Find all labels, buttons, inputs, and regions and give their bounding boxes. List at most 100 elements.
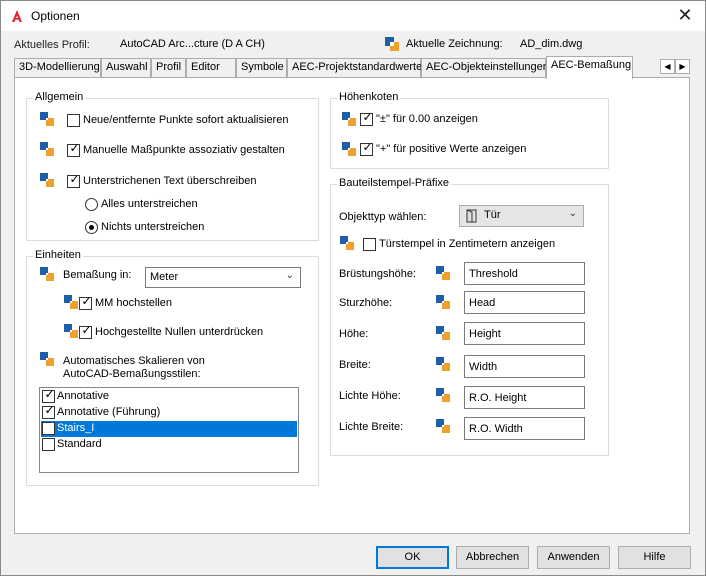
- style-label: Annotative (Führung): [57, 406, 161, 418]
- cancel-button[interactable]: Abbrechen: [456, 546, 529, 569]
- style-checkbox[interactable]: ✓: [42, 404, 55, 419]
- door-stamp-cm-checkbox[interactable]: [363, 238, 376, 251]
- tab-3d-modeling[interactable]: 3D-Modellierung: [14, 58, 101, 78]
- drawing-setting-icon: [64, 324, 78, 338]
- head-height-field[interactable]: [464, 291, 585, 314]
- sill-height-field[interactable]: [464, 262, 585, 285]
- drawing-icon: [385, 37, 399, 51]
- mm-superscript-label: MM hochstellen: [95, 297, 173, 309]
- list-item[interactable]: ✓ Stairs_I: [41, 420, 297, 437]
- drawing-setting-icon: [64, 295, 78, 309]
- list-item[interactable]: ✓ Annotative (Führung): [41, 404, 297, 421]
- list-item[interactable]: Standard: [41, 437, 297, 453]
- plusminus-checkbox[interactable]: ✓: [360, 111, 373, 126]
- object-type-label: Objekttyp wählen:: [339, 211, 427, 223]
- style-checkbox[interactable]: [42, 438, 55, 451]
- drawing-setting-icon: [40, 112, 54, 126]
- rough-opening-height-field[interactable]: [464, 386, 585, 409]
- underline-none-radio[interactable]: [85, 221, 98, 234]
- tab-editor[interactable]: Editor: [186, 58, 236, 78]
- tab-scroll-right-icon[interactable]: ▶: [675, 59, 690, 74]
- underline-none-label: Nichts unterstreichen: [101, 221, 205, 233]
- group-units: Einheiten Bemaßung in: Meter ⌄ ✓ MM hoch…: [26, 249, 319, 486]
- underline-all-radio[interactable]: [85, 198, 98, 211]
- ok-button[interactable]: OK: [376, 546, 449, 569]
- close-icon[interactable]: ✕: [675, 5, 695, 25]
- style-label: Stairs_I: [57, 422, 95, 434]
- drawing-setting-icon: [40, 142, 54, 156]
- tab-symbols[interactable]: Symbole: [236, 58, 287, 78]
- group-units-title: Einheiten: [33, 249, 83, 261]
- apply-button[interactable]: Anwenden: [537, 546, 610, 569]
- tab-panel: Allgemein Neue/entfernte Punkte sofort a…: [14, 77, 690, 534]
- override-underline-checkbox[interactable]: ✓: [67, 173, 80, 188]
- group-elevation-title: Höhenkoten: [337, 91, 401, 103]
- suppress-zeros-checkbox[interactable]: ✓: [79, 324, 92, 339]
- sill-height-input[interactable]: [465, 263, 584, 284]
- drawing-setting-icon: [436, 357, 450, 371]
- profile-value: AutoCAD Arc...cture (D A CH): [120, 38, 265, 50]
- help-button[interactable]: Hilfe: [618, 546, 691, 569]
- width-input[interactable]: [465, 356, 584, 377]
- suppress-zeros-label: Hochgestellte Nullen unterdrücken: [95, 326, 264, 338]
- drawing-setting-icon: [342, 112, 356, 126]
- tab-aec-dimension[interactable]: AEC-Bemaßung: [546, 56, 633, 79]
- height-field[interactable]: [464, 322, 585, 345]
- group-general-title: Allgemein: [33, 91, 86, 103]
- width-label: Breite:: [339, 359, 371, 371]
- style-label: Standard: [57, 438, 102, 450]
- override-underline-label: Unterstrichenen Text überschreiben: [83, 175, 257, 187]
- height-label: Höhe:: [339, 328, 369, 340]
- list-item[interactable]: ✓ Annotative: [41, 388, 297, 405]
- head-height-label: Sturzhöhe:: [339, 297, 393, 309]
- associative-checkbox[interactable]: ✓: [67, 142, 80, 157]
- tab-aec-project-defaults[interactable]: AEC-Projektstandardwerte: [287, 58, 422, 78]
- drawing-setting-icon: [436, 388, 450, 402]
- window-title: Optionen: [31, 9, 80, 23]
- dimension-unit-label: Bemaßung in:: [63, 269, 132, 281]
- auto-scale-label-2: AutoCAD-Bemaßungsstilen:: [63, 368, 201, 380]
- object-type-value: Tür: [484, 209, 501, 221]
- dimension-unit-select[interactable]: Meter ⌄: [145, 267, 301, 288]
- tab-aec-object-settings[interactable]: AEC-Objekteinstellungen: [421, 58, 549, 78]
- tab-selection[interactable]: Auswahl: [101, 58, 151, 78]
- rough-opening-width-field[interactable]: [464, 417, 585, 440]
- mm-superscript-checkbox[interactable]: ✓: [79, 295, 92, 310]
- profile-label: Aktuelles Profil:: [14, 39, 90, 51]
- title-bar: Optionen ✕: [1, 1, 705, 31]
- group-general: Allgemein Neue/entfernte Punkte sofort a…: [26, 91, 319, 241]
- tab-strip: 3D-Modellierung Auswahl Profil Editor Sy…: [14, 56, 694, 79]
- update-points-checkbox[interactable]: [67, 114, 80, 127]
- drawing-setting-icon: [340, 236, 354, 250]
- drawing-setting-icon: [40, 173, 54, 187]
- sill-height-label: Brüstungshöhe:: [339, 268, 417, 280]
- drawing-setting-icon: [40, 352, 54, 366]
- auto-scale-label-1: Automatisches Skalieren von: [63, 355, 205, 367]
- head-height-input[interactable]: [465, 292, 584, 313]
- underline-all-label: Alles unterstreichen: [101, 198, 198, 210]
- rough-opening-height-input[interactable]: [465, 387, 584, 408]
- style-checkbox[interactable]: ✓: [42, 388, 55, 403]
- style-label: Annotative: [57, 390, 109, 402]
- drawing-setting-icon: [436, 266, 450, 280]
- dimension-styles-list[interactable]: ✓ Annotative ✓ Annotative (Führung) ✓ St…: [39, 387, 299, 473]
- rough-opening-width-label: Lichte Breite:: [339, 421, 404, 433]
- group-stamp-prefixes: Bauteilstempel-Präfixe Objekttyp wählen:…: [330, 177, 609, 456]
- object-type-select[interactable]: Tür ⌄: [459, 205, 584, 227]
- tab-scroll-left-icon[interactable]: ◀: [660, 59, 675, 74]
- tab-profile[interactable]: Profil: [151, 58, 186, 78]
- drawing-setting-icon: [436, 295, 450, 309]
- drawing-setting-icon: [40, 267, 54, 281]
- plus-positive-checkbox[interactable]: ✓: [360, 141, 373, 156]
- drawing-setting-icon: [436, 419, 450, 433]
- style-checkbox[interactable]: ✓: [42, 420, 55, 435]
- door-stamp-cm-label: Türstempel in Zentimetern anzeigen: [379, 238, 556, 250]
- rough-opening-width-input[interactable]: [465, 418, 584, 439]
- drawing-setting-icon: [436, 326, 450, 340]
- dimension-unit-value: Meter: [150, 271, 179, 283]
- chevron-down-icon: ⌄: [568, 208, 577, 219]
- drawing-setting-icon: [342, 142, 356, 156]
- width-field[interactable]: [464, 355, 585, 378]
- height-input[interactable]: [465, 323, 584, 344]
- door-icon: [466, 209, 477, 223]
